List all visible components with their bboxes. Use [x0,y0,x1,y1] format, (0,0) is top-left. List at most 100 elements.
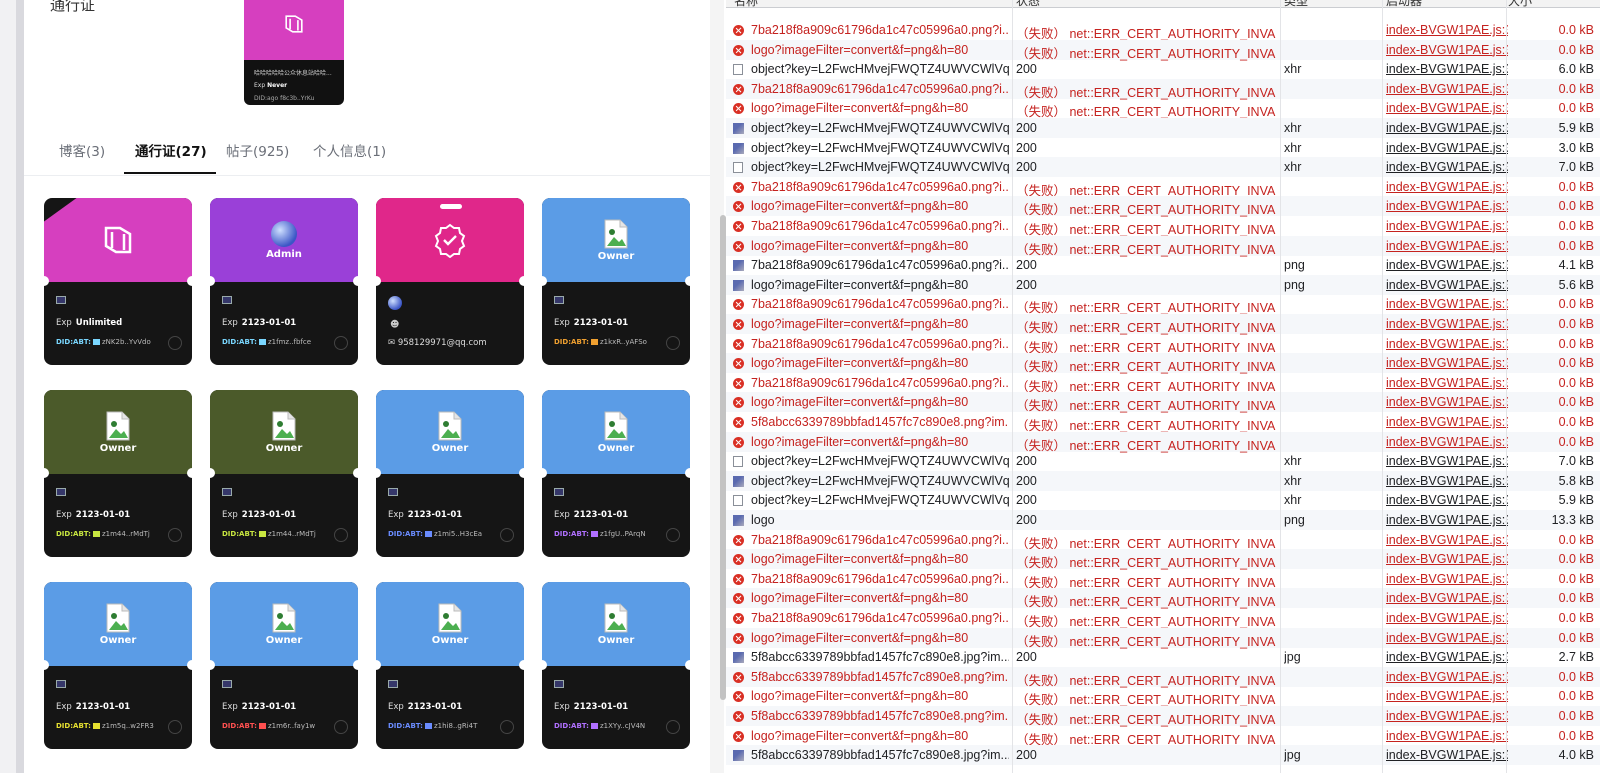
request-initiator-link[interactable]: index-BVGW1PAE.js:39 [1386,513,1508,527]
network-request-row[interactable]: object?key=L2FwcHMvejFWQTZ4UWVCWlVq... 20… [726,451,1600,471]
qr-code-icon[interactable] [168,528,182,542]
network-request-row[interactable]: object?key=L2FwcHMvejFWQTZ4UWVCWlVq... 20… [726,59,1600,79]
tab-profile-info[interactable]: 个人信息(1) [313,138,386,176]
pass-card[interactable]: Owner Exp 2123-01-01 DID:ABT: z1XYy..cJV4N [542,582,690,749]
qr-code-icon[interactable] [666,528,680,542]
pass-card[interactable]: Admin Exp 2123-01-01 DID:ABT: z1fmz..fbfce [210,198,358,365]
pass-card[interactable]: ☻ ✉ 958129971@qq.com [376,198,524,365]
col-initiator[interactable]: 启动器 [1386,0,1422,9]
request-initiator-link[interactable]: index-BVGW1PAE.js:39 [1386,670,1508,684]
pass-card[interactable]: Owner Exp 2123-01-01 DID:ABT: z1hi8..gRi4T [376,582,524,749]
request-initiator-link[interactable]: index-BVGW1PAE.js:39 [1386,689,1508,703]
network-request-row[interactable]: logo?imageFilter=convert&f=png&h=80 200 pn… [726,274,1600,295]
request-initiator-link[interactable]: index-BVGW1PAE.js:33 [1386,121,1508,135]
network-request-row[interactable]: object?key=L2FwcHMvejFWQTZ4UWVCWlVq... 20… [726,157,1600,178]
network-request-row[interactable]: object?key=L2FwcHMvejFWQTZ4UWVCWlVq... 20… [726,490,1600,510]
request-initiator-link[interactable]: index-BVGW1PAE.js:39 [1386,611,1508,625]
network-request-row[interactable]: logo?imageFilter=convert&f=png&h=80 （失败） … [726,314,1600,335]
network-request-row[interactable]: 7ba218f8a909c61796da1c47c05996a0.png?i..… [726,177,1600,198]
network-request-row[interactable]: 5f8abcc6339789bbfad1457fc7c890e8.jpg?im.… [726,745,1600,766]
network-request-row[interactable]: object?key=L2FwcHMvejFWQTZ4UWVCWlVq... 20… [726,138,1600,158]
network-request-row[interactable]: logo?imageFilter=convert&f=png&h=80 （失败） … [726,588,1600,609]
qr-code-icon[interactable] [334,336,348,350]
request-initiator-link[interactable]: index-BVGW1PAE.js:39 [1386,729,1508,743]
request-initiator-link[interactable]: index-BVGW1PAE.js:39 [1386,395,1508,409]
request-initiator-link[interactable]: index-BVGW1PAE.js:39 [1386,101,1508,115]
qr-code-icon[interactable] [500,720,514,734]
request-initiator-link[interactable]: index-BVGW1PAE.js:39 [1386,533,1508,547]
pass-card[interactable]: Owner Exp 2123-01-01 DID:ABT: z1fgU..PArqN [542,390,690,557]
request-initiator-link[interactable]: index-BVGW1PAE.js:39 [1386,180,1508,194]
qr-code-icon[interactable] [168,336,182,350]
network-request-row[interactable]: 7ba218f8a909c61796da1c47c05996a0.png?i..… [726,608,1600,629]
request-initiator-link[interactable]: index-BVGW1PAE.js:39 [1386,435,1508,449]
tab-blogs[interactable]: 博客(3) [59,138,105,176]
network-request-row[interactable]: logo?imageFilter=convert&f=png&h=80 （失败） … [726,98,1600,119]
request-initiator-link[interactable]: index-BVGW1PAE.js:39 [1386,591,1508,605]
request-initiator-link[interactable]: index-BVGW1PAE.js:39 [1386,23,1508,37]
tab-posts[interactable]: 帖子(925) [226,138,289,176]
featured-pass-card[interactable]: 哈哈哈哈哈公众休息站哈哈... Exp Never DID:ago f8c3b.… [244,0,344,105]
network-request-row[interactable]: logo?imageFilter=convert&f=png&h=80 （失败） … [726,235,1600,257]
request-initiator-link[interactable]: index-BVGW1PAE.js:39 [1386,376,1508,390]
network-request-row[interactable]: 5f8abcc6339789bbfad1457fc7c890e8.jpg?im.… [726,647,1600,667]
pass-card[interactable]: Owner Exp 2123-01-01 DID:ABT: z1m44..rMdTj [210,390,358,557]
network-request-row[interactable]: 7ba218f8a909c61796da1c47c05996a0.png?i..… [726,294,1600,315]
pass-card[interactable]: Owner Exp 2123-01-01 DID:ABT: z1m6r..fay1w [210,582,358,749]
request-initiator-link[interactable]: index-BVGW1PAE.js:39 [1386,650,1508,664]
pass-card[interactable]: Owner Exp 2123-01-01 DID:ABT: z1kxR..yAFSo [542,198,690,365]
request-initiator-link[interactable]: index-BVGW1PAE.js:39 [1386,199,1508,213]
pass-card[interactable]: Exp Unlimited DID:ABT: zNK2b..YvVdo [44,198,192,365]
col-size[interactable]: 大小 [1508,0,1532,9]
request-initiator-link[interactable]: index-BVGW1PAE.js:39 [1386,219,1508,233]
tab-passes[interactable]: 通行证(27) [135,138,207,176]
request-initiator-link[interactable]: index-BVGW1PAE.js:39 [1386,278,1508,292]
pass-card[interactable]: Owner Exp 2123-01-01 DID:ABT: z1m5q..w2FR3 [44,582,192,749]
request-initiator-link[interactable]: index-BVGW1PAE.js:33 [1386,454,1508,468]
qr-code-icon[interactable] [168,720,182,734]
network-request-row[interactable]: 7ba218f8a909c61796da1c47c05996a0.png?i..… [726,373,1600,394]
col-status[interactable]: 状态 [1016,0,1040,9]
request-initiator-link[interactable]: index-BVGW1PAE.js:39 [1386,43,1508,57]
request-initiator-link[interactable]: index-BVGW1PAE.js:39 [1386,572,1508,586]
network-request-row[interactable]: 7ba218f8a909c61796da1c47c05996a0.png?i..… [726,334,1600,355]
request-initiator-link[interactable]: index-BVGW1PAE.js:33 [1386,62,1508,76]
network-request-row[interactable]: 5f8abcc6339789bbfad1457fc7c890e8.png?im.… [726,666,1600,688]
request-initiator-link[interactable]: index-BVGW1PAE.js:39 [1386,239,1508,253]
col-type[interactable]: 类型 [1284,0,1308,9]
network-request-row[interactable]: 7ba218f8a909c61796da1c47c05996a0.png?i..… [726,78,1600,100]
network-request-row[interactable]: logo?imageFilter=convert&f=png&h=80 （失败） … [726,39,1600,61]
network-request-row[interactable]: logo?imageFilter=convert&f=png&h=80 （失败） … [726,392,1600,413]
network-request-row[interactable]: 7ba218f8a909c61796da1c47c05996a0.png?i..… [726,530,1600,551]
network-request-row[interactable]: 5f8abcc6339789bbfad1457fc7c890e8.png?im.… [726,412,1600,433]
col-name[interactable]: 名称 [734,0,758,9]
request-initiator-link[interactable]: index-BVGW1PAE.js:39 [1386,356,1508,370]
network-request-row[interactable]: logo?imageFilter=convert&f=png&h=80 （失败） … [726,686,1600,707]
network-request-row[interactable]: logo?imageFilter=convert&f=png&h=80 （失败） … [726,353,1600,374]
request-initiator-link[interactable]: index-BVGW1PAE.js:39 [1386,631,1508,645]
network-request-row[interactable]: 7ba218f8a909c61796da1c47c05996a0.png?i..… [726,255,1600,275]
request-initiator-link[interactable]: index-BVGW1PAE.js:33 [1386,160,1508,174]
network-request-row[interactable]: logo?imageFilter=convert&f=png&h=80 （失败） … [726,196,1600,217]
qr-code-icon[interactable] [500,528,514,542]
request-initiator-link[interactable]: index-BVGW1PAE.js:33 [1386,141,1508,155]
network-request-row[interactable]: 7ba218f8a909c61796da1c47c05996a0.png?i..… [726,216,1600,237]
request-initiator-link[interactable]: index-BVGW1PAE.js:33 [1386,493,1508,507]
pass-card[interactable]: Owner Exp 2123-01-01 DID:ABT: z1mi5..H3cEa [376,390,524,557]
request-initiator-link[interactable]: index-BVGW1PAE.js:39 [1386,82,1508,96]
request-initiator-link[interactable]: index-BVGW1PAE.js:39 [1386,552,1508,566]
request-initiator-link[interactable]: index-BVGW1PAE.js:33 [1386,474,1508,488]
request-initiator-link[interactable]: index-BVGW1PAE.js:39 [1386,748,1508,762]
request-initiator-link[interactable]: index-BVGW1PAE.js:39 [1386,317,1508,331]
network-request-row[interactable]: logo?imageFilter=convert&f=png&h=80 （失败） … [726,627,1600,649]
request-initiator-link[interactable]: index-BVGW1PAE.js:39 [1386,415,1508,429]
network-request-row[interactable]: object?key=L2FwcHMvejFWQTZ4UWVCWlVq... 20… [726,470,1600,491]
network-request-row[interactable]: logo 200 png index-BVGW1PAE.js:39 13.3 kB [726,510,1600,530]
request-initiator-link[interactable]: index-BVGW1PAE.js:39 [1386,709,1508,723]
request-initiator-link[interactable]: index-BVGW1PAE.js:39 [1386,337,1508,351]
network-request-row[interactable]: logo?imageFilter=convert&f=png&h=80 （失败） … [726,549,1600,570]
qr-code-icon[interactable] [334,528,348,542]
network-request-row[interactable]: logo?imageFilter=convert&f=png&h=80 （失败） … [726,726,1600,747]
request-initiator-link[interactable]: index-BVGW1PAE.js:39 [1386,297,1508,311]
qr-code-icon[interactable] [334,720,348,734]
